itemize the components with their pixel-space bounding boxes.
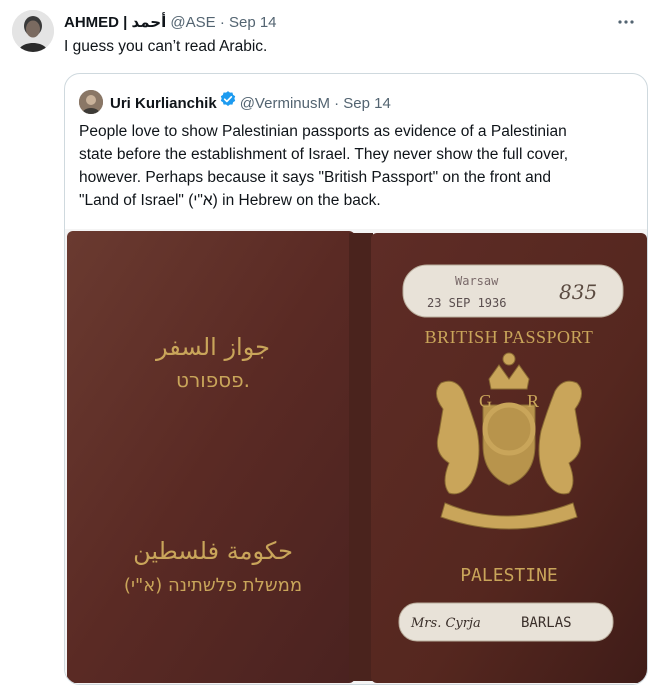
stamp-city: Warsaw — [455, 274, 499, 288]
tweet-text: I guess you can’t read Arabic. — [64, 38, 268, 55]
back-hebrew-bottom: ממשלת פלשתינה (א"י) — [124, 575, 302, 596]
tweet: AHMED | أحمد @ASE · Sep 14 I guess you c… — [0, 0, 652, 692]
holder-surname: BARLAS — [521, 615, 572, 631]
header-separator: · — [219, 14, 225, 31]
quote-text: People love to show Palestinian passport… — [79, 120, 635, 212]
tweet-date[interactable]: Sep 14 — [229, 14, 277, 31]
author-handle[interactable]: @ASE — [170, 14, 215, 31]
front-title: BRITISH PASSPORT — [425, 327, 594, 347]
svg-text:G: G — [479, 391, 492, 411]
quote-text-line: "Land of Israel" (א"י) in Hebrew on the … — [79, 192, 381, 209]
avatar[interactable] — [12, 10, 54, 52]
quote-header: Uri Kurlianchik @VerminusM · Sep 14 — [110, 90, 391, 118]
quote-avatar[interactable] — [79, 90, 103, 114]
stamp-number: 835 — [559, 280, 597, 304]
front-country: PALESTINE — [460, 565, 558, 586]
holder-prefix: Mrs. Cyrja — [410, 616, 481, 631]
back-arabic-bottom: حكومة فلسطين — [133, 537, 293, 565]
passport-image: جواز السفر פספורט. حكومة فلسطين ממשלת פל… — [65, 229, 647, 684]
back-arabic-top: جواز السفر — [155, 333, 270, 361]
more-horizontal-icon[interactable] — [614, 12, 638, 34]
tweet-header: AHMED | أحمد @ASE · Sep 14 — [64, 12, 636, 34]
passport-spine — [349, 233, 373, 681]
quote-text-line: however. Perhaps because it says "Britis… — [79, 169, 551, 186]
back-hebrew-top: פספורט. — [176, 368, 250, 392]
quote-text-line: People love to show Palestinian passport… — [79, 123, 567, 140]
quote-text-line: state before the establishment of Israel… — [79, 146, 569, 163]
stamp-date: 23 SEP 1936 — [427, 296, 506, 310]
quote-date[interactable]: Sep 14 — [343, 95, 391, 112]
verified-badge-icon — [219, 90, 237, 116]
quote-tweet-card[interactable]: Uri Kurlianchik @VerminusM · Sep 14 Peopl… — [64, 73, 648, 685]
passport-photo[interactable]: جواز السفر פספורט. حكومة فلسطين ממשלת פל… — [65, 229, 647, 684]
quote-header-separator: · — [334, 94, 340, 112]
quote-author-handle[interactable]: @VerminusM — [240, 95, 330, 112]
author-name[interactable]: AHMED | أحمد — [64, 14, 166, 31]
quote-author-name[interactable]: Uri Kurlianchik — [110, 95, 217, 112]
svg-text:R: R — [527, 391, 539, 411]
passport-back-cover — [67, 231, 355, 683]
